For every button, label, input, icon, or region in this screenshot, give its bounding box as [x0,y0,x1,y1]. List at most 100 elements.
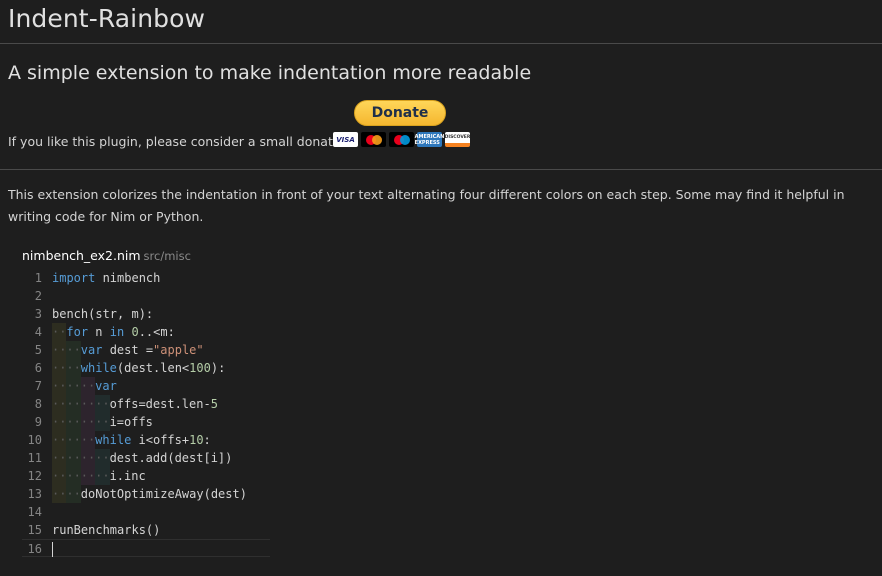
line-number: 7 [34,379,42,393]
indent-guide [80,449,96,467]
discover-card-icon: DISCOVER [445,132,470,147]
indent-guide [66,431,81,449]
indent-guide [95,413,110,431]
code-text: i.inc [52,467,270,485]
code-line[interactable]: 9 i=offs [22,413,270,431]
payment-cards: VISA AMERICAN EXPRESS DISCOVER [333,132,470,147]
line-number: 13 [27,487,42,501]
text-cursor [52,542,53,557]
code-token: : [203,433,211,447]
indent-guide [66,341,81,359]
donation-prompt: If you like this plugin, please consider… [8,134,357,149]
code-token: doNotOptimizeAway(dest) [80,487,247,501]
code-line[interactable]: 3 bench(str, m): [22,305,270,323]
code-line[interactable]: 10while i<offs+10: [22,431,270,449]
indent-guide [52,449,67,467]
indent-guide [52,467,67,485]
code-line[interactable]: 2 [22,287,270,305]
line-number: 12 [27,469,42,483]
indent-guide [80,431,96,449]
code-token: var [80,343,103,357]
code-token: i<offs+ [131,433,190,447]
extension-description: This extension colorizes the indentation… [8,187,845,224]
file-header: nimbench_ex2.nim src/misc [22,248,191,263]
code-token: "apple" [153,343,204,357]
page-subtitle: A simple extension to make indentation m… [8,62,532,84]
code-line[interactable]: 1 import nimbench [22,269,270,287]
code-token: i=offs [109,415,153,429]
line-number: 5 [34,343,42,357]
code-text [52,540,270,557]
code-token: for [66,325,89,339]
code-token: runBenchmarks() [52,523,161,537]
code-line[interactable]: 6 while(dest.len<100): [22,359,270,377]
code-token: 5 [210,397,218,411]
file-path: src/misc [143,249,191,263]
code-text: dest.add(dest[i]) [52,449,270,467]
code-line[interactable]: 15 runBenchmarks() [22,521,270,539]
line-number: 15 [27,523,42,537]
line-number: 14 [27,505,42,519]
code-token: offs=dest.len- [109,397,211,411]
code-text: offs=dest.len-5 [52,395,270,413]
indent-guide [66,395,81,413]
code-text: bench(str, m): [52,305,270,323]
indent-guide [66,377,81,395]
indent-guide [66,413,81,431]
code-token: n [88,325,110,339]
section-divider [0,169,882,170]
indent-guide [52,323,67,341]
code-token: 10 [189,433,204,447]
code-text: i=offs [52,413,270,431]
code-line[interactable]: 12 i.inc [22,467,270,485]
indent-guide [66,485,81,503]
indent-guide [52,359,67,377]
code-token: bench(str, m): [52,307,154,321]
code-line[interactable]: 16 [22,539,270,557]
code-line[interactable]: 13 doNotOptimizeAway(dest) [22,485,270,503]
code-line[interactable]: 11 dest.add(dest[i]) [22,449,270,467]
code-line[interactable]: 8 offs=dest.len-5 [22,395,270,413]
code-token: while [80,361,117,375]
code-token: 0 [131,325,139,339]
indent-guide [52,485,67,503]
code-text: var [52,377,270,395]
line-number: 16 [27,542,42,556]
indent-guide [66,359,81,377]
code-token: 100 [189,361,211,375]
indent-guide [52,377,67,395]
code-text: for n in 0..<m: [52,323,270,341]
indent-guide [52,341,67,359]
line-number: 6 [34,361,42,375]
code-editor[interactable]: 1 import nimbench 2 3 bench(str, m): 4 for n i… [22,269,270,557]
line-number: 11 [27,451,42,465]
title-divider [0,43,882,44]
code-token: ): [210,361,226,375]
code-line[interactable]: 5 var dest ="apple" [22,341,270,359]
indent-guide [66,467,81,485]
line-number: 2 [34,289,42,303]
code-token: while [95,433,132,447]
code-token: i.inc [109,469,146,483]
code-line[interactable]: 14 [22,503,270,521]
mastercard-icon [361,132,386,147]
code-text: doNotOptimizeAway(dest) [52,485,270,503]
code-line[interactable]: 7 var [22,377,270,395]
donate-button[interactable]: Donate [354,100,446,126]
indent-guide [95,395,110,413]
code-token: dest.add(dest[i]) [109,451,233,465]
indent-guide [80,377,96,395]
code-token: nimbench [95,271,161,285]
maestro-icon [389,132,414,147]
indent-guide [52,395,67,413]
code-token: import [52,271,96,285]
indent-guide [52,413,67,431]
indent-guide [80,467,96,485]
code-token: in [109,325,125,339]
code-line[interactable]: 4 for n in 0..<m: [22,323,270,341]
line-number: 1 [34,271,42,285]
indent-guide [52,431,67,449]
code-token: var [95,379,117,393]
